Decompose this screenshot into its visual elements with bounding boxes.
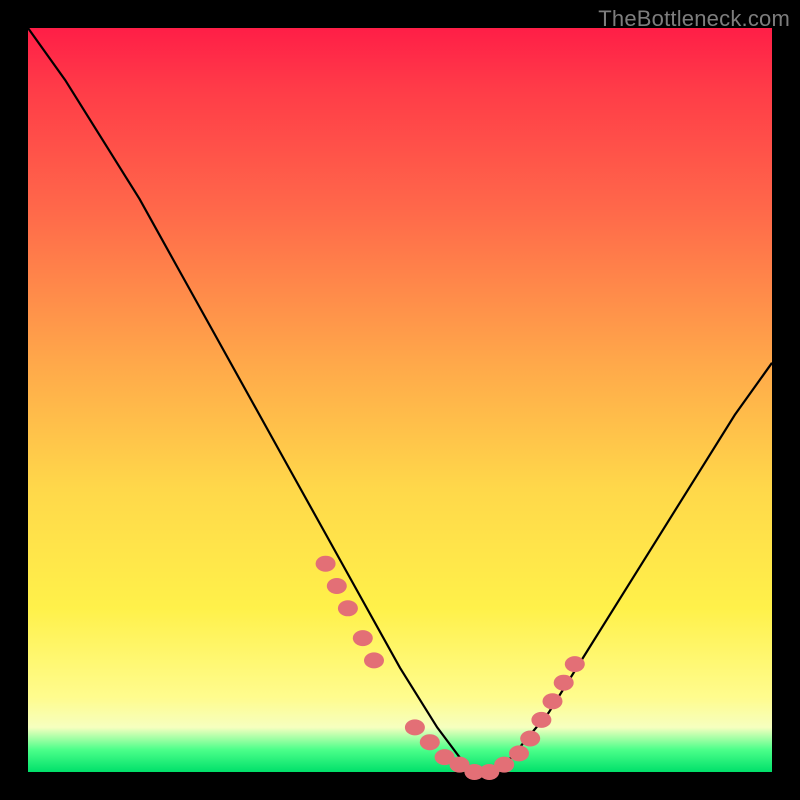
marker-dot [338, 600, 358, 616]
marker-dot [420, 734, 440, 750]
marker-dot [531, 712, 551, 728]
chart-svg [28, 28, 772, 772]
marker-dot [316, 556, 336, 572]
marker-dot [364, 652, 384, 668]
marker-dot [565, 656, 585, 672]
outer-frame: TheBottleneck.com [0, 0, 800, 800]
marker-dot [509, 745, 529, 761]
marker-dot [353, 630, 373, 646]
marker-dot [520, 731, 540, 747]
marker-dot [327, 578, 347, 594]
marker-dot [543, 693, 563, 709]
plot-area [28, 28, 772, 772]
marker-dot [554, 675, 574, 691]
marker-dot [494, 757, 514, 773]
bottleneck-curve [28, 28, 772, 772]
marker-dot [405, 719, 425, 735]
